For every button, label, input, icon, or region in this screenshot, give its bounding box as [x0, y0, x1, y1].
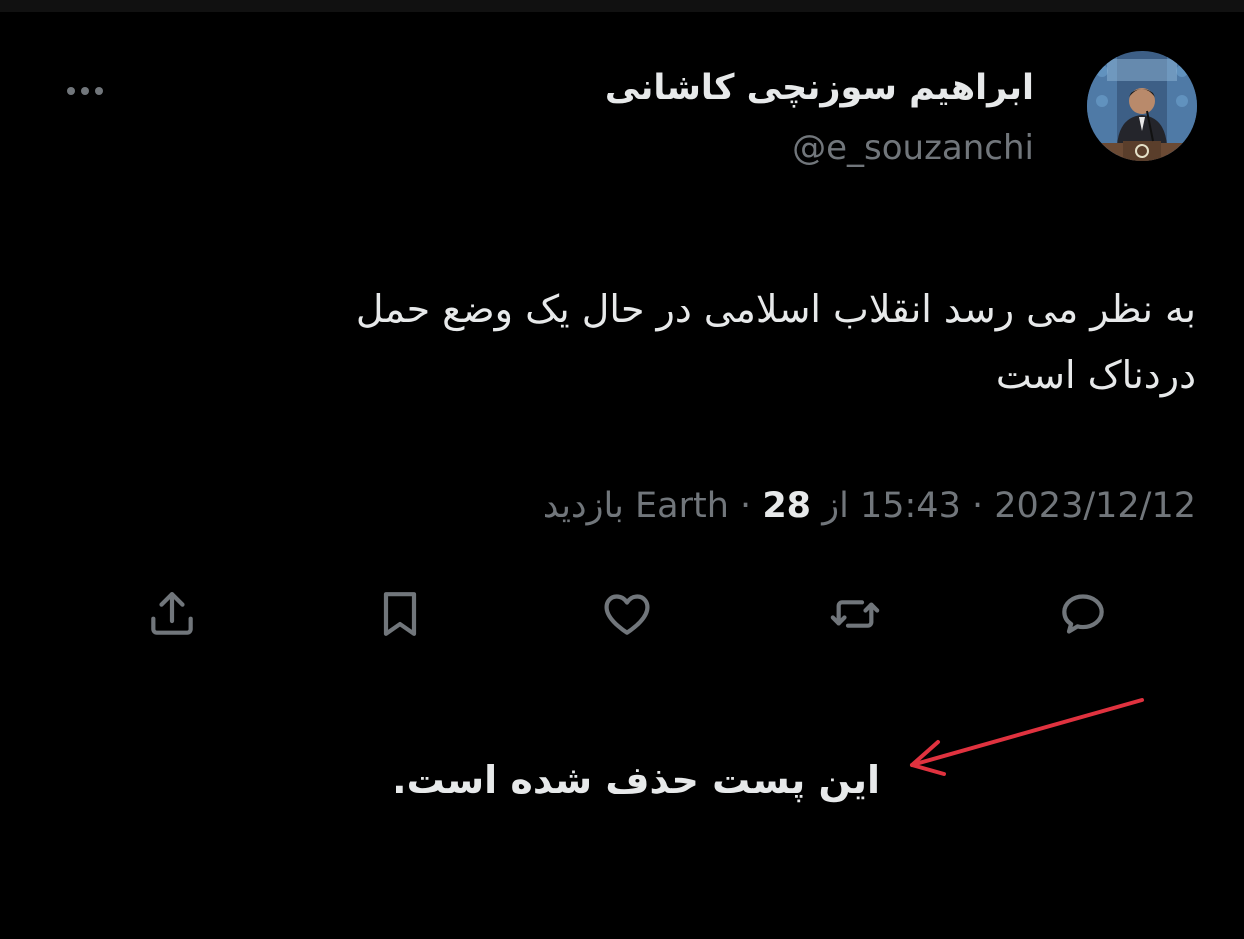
more-dot	[67, 87, 75, 95]
author-handle[interactable]: @e_souzanchi	[792, 128, 1034, 168]
annotation-arrow-icon	[910, 698, 1144, 776]
tweet-text-line: دردناک است	[995, 353, 1196, 397]
like-button[interactable]	[595, 582, 659, 646]
meta-separator: ·	[740, 486, 752, 526]
more-dot	[81, 87, 89, 95]
more-options-button[interactable]	[58, 74, 112, 108]
views-count[interactable]: 28	[762, 486, 811, 526]
share-button[interactable]	[140, 582, 204, 646]
share-icon	[151, 592, 193, 635]
tweet-source: Earth	[635, 486, 729, 526]
avatar[interactable]	[1087, 51, 1197, 161]
top-strip	[0, 0, 1244, 12]
bookmark-button[interactable]	[368, 582, 432, 646]
reply-button[interactable]	[1051, 582, 1115, 646]
more-dot	[95, 87, 103, 95]
retweet-button[interactable]	[823, 582, 887, 646]
from-label: از	[822, 486, 849, 526]
bookmark-icon	[383, 592, 417, 636]
author-display-name[interactable]: ابراهیم سوزنچی کاشانی	[605, 68, 1034, 108]
tweet-text-line: به نظر می رسد انقلاب اسلامی در حال یک وض…	[355, 287, 1196, 331]
tweet-text: به نظر می رسد انقلاب اسلامی در حال یک وض…	[136, 276, 1196, 408]
heart-icon	[604, 594, 650, 635]
retweet-icon	[830, 600, 880, 628]
meta-separator: ·	[971, 486, 984, 526]
reply-icon	[1062, 594, 1104, 634]
tweet-date[interactable]: 2023/12/12	[994, 486, 1196, 526]
tweet-time[interactable]: 15:43	[860, 486, 961, 526]
deleted-post-notice: این پست حذف شده است.	[392, 758, 880, 802]
tweet-meta: 2023/12/12 · 15:43 از Earth · 28 بازدید	[543, 486, 1196, 526]
views-label: بازدید	[542, 486, 624, 526]
profile-photo-icon	[1087, 51, 1197, 161]
